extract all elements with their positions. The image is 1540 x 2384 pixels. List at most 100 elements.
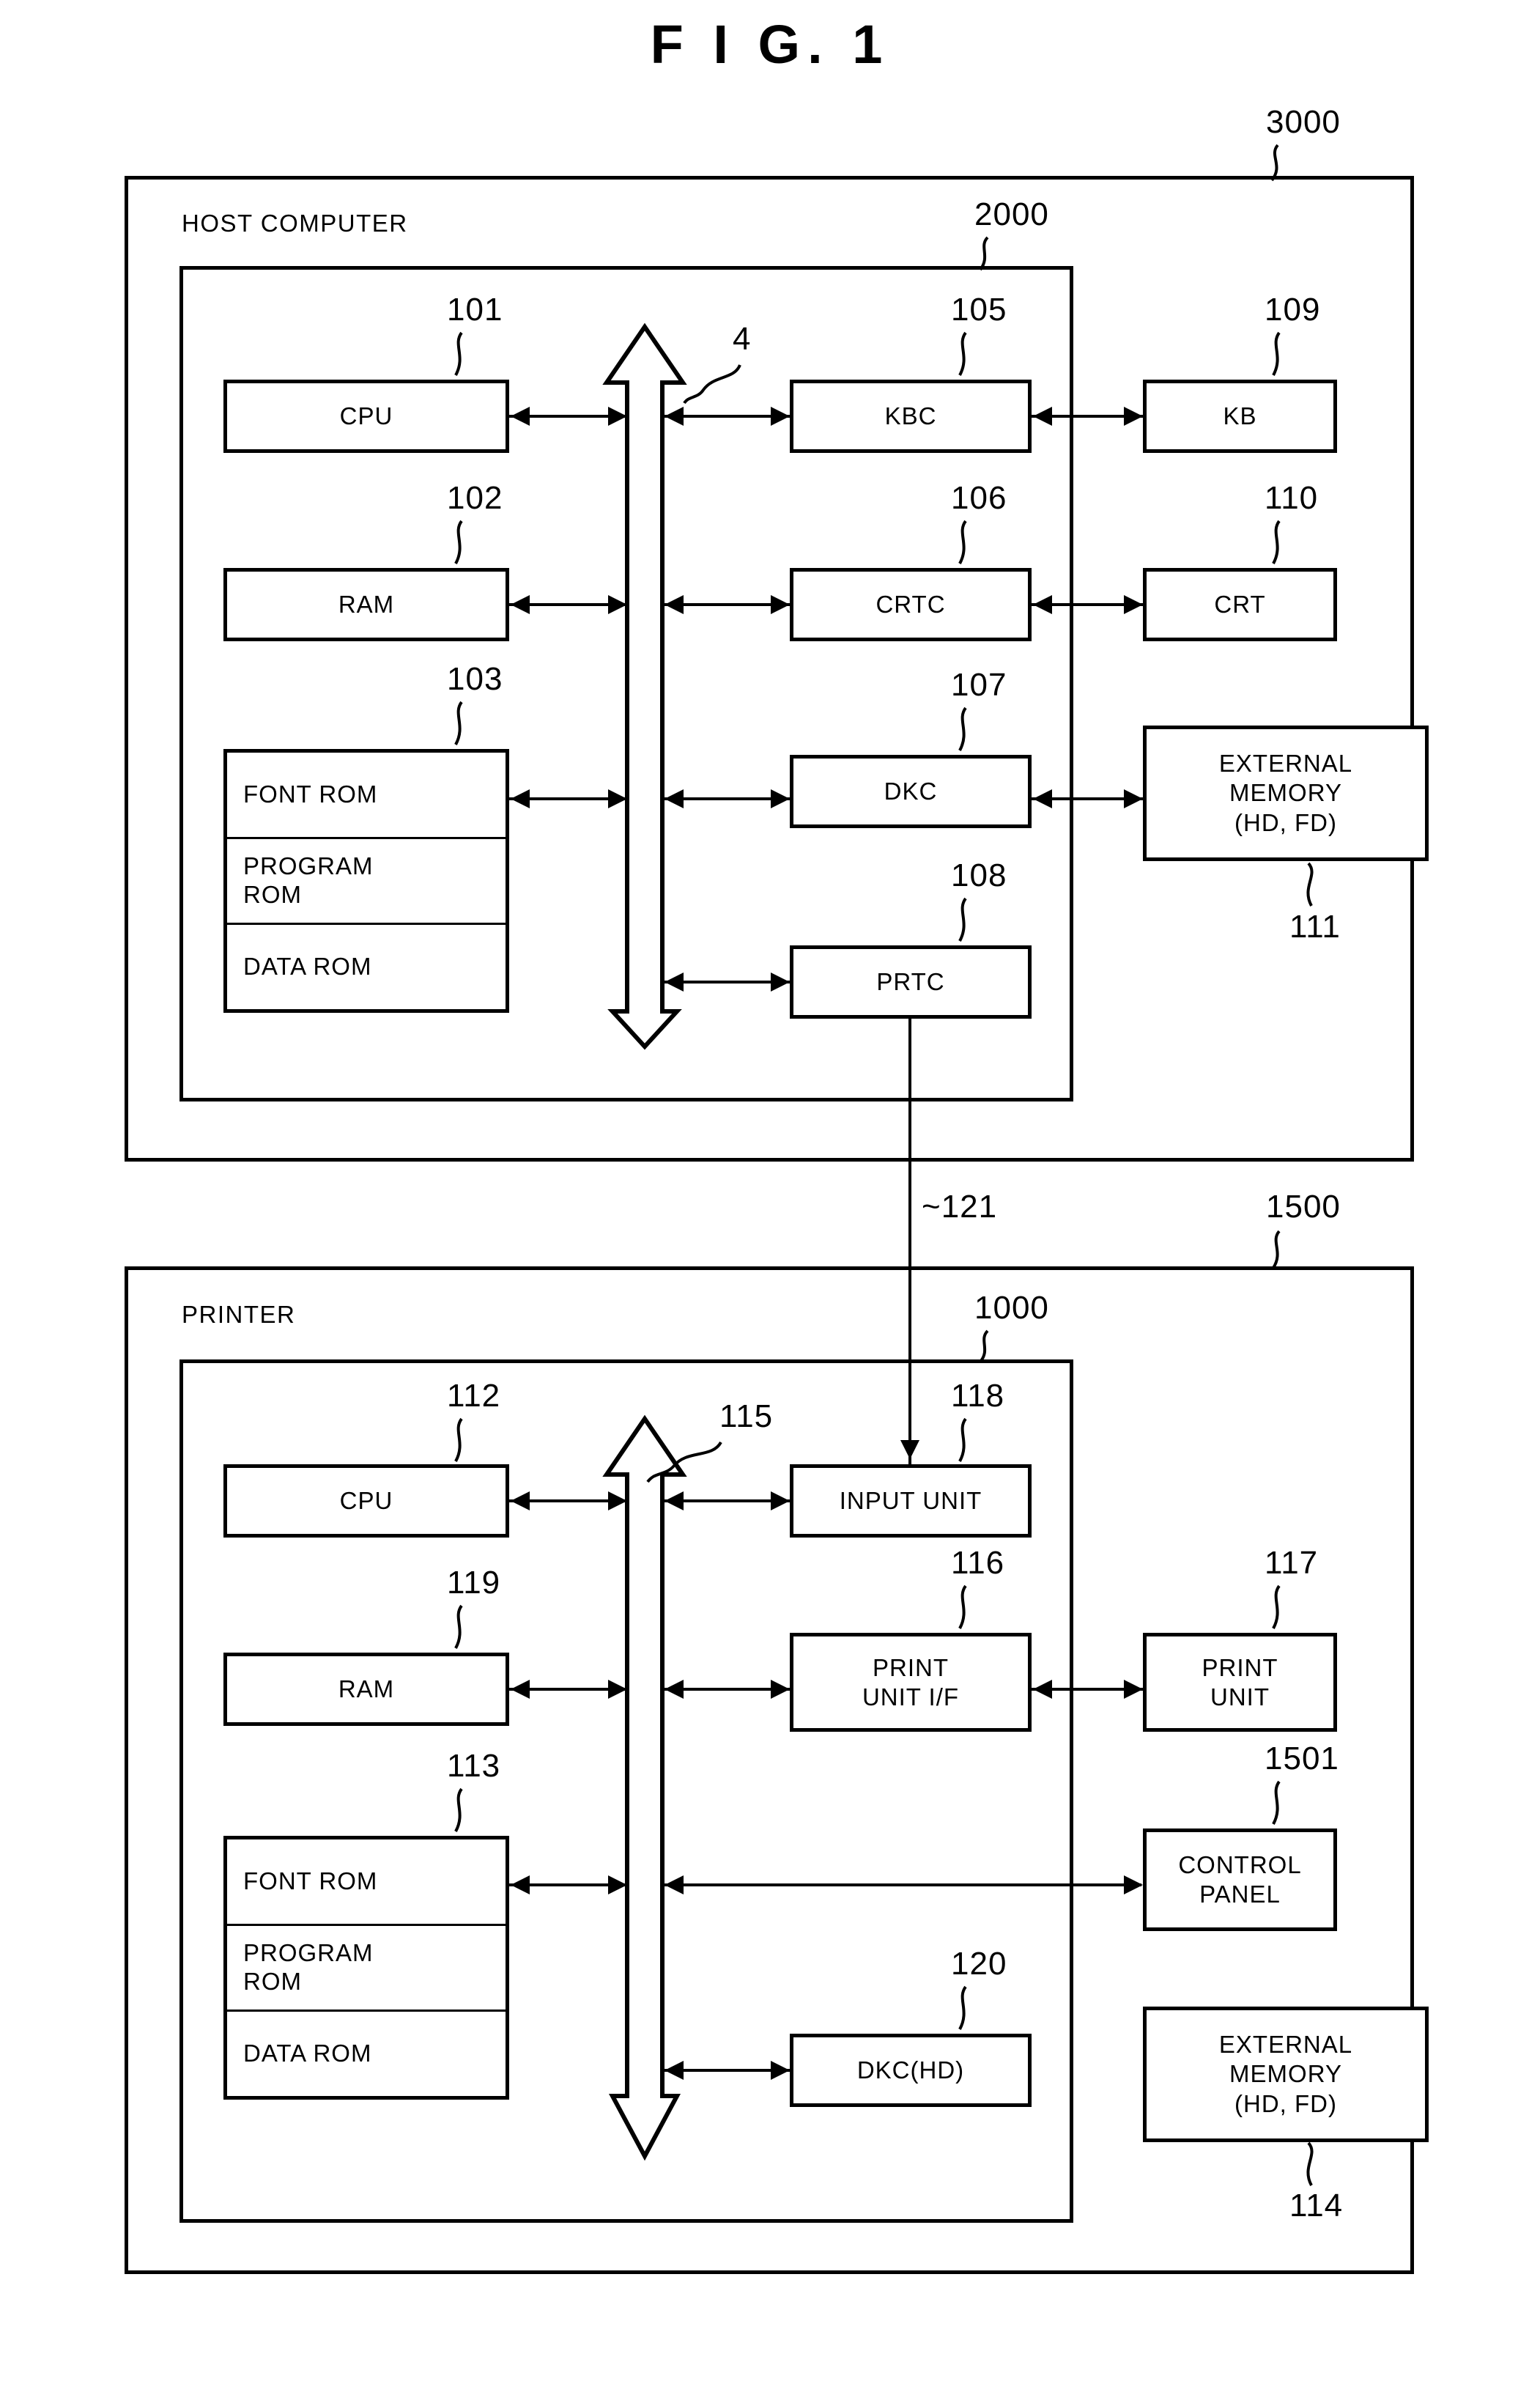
arrowhead-prtc-left xyxy=(665,973,684,992)
ref-109: 109 xyxy=(1265,292,1321,328)
printer-external-memory-line-2: MEMORY xyxy=(1229,2060,1342,2088)
arrowhead-extmem-right xyxy=(1124,789,1143,808)
host-program-rom-label-2: ROM xyxy=(243,881,302,908)
leader-103 xyxy=(454,701,463,745)
host-dkc-label: DKC xyxy=(884,777,938,805)
leader-1500 xyxy=(1272,1230,1281,1269)
printer-font-rom-label: FONT ROM xyxy=(243,1867,378,1894)
connector-bus-control-panel xyxy=(663,1883,1141,1886)
host-cpu-box: CPU xyxy=(223,380,509,453)
printer-control-panel-line-2: PANEL xyxy=(1199,1881,1281,1908)
host-font-rom-label: FONT ROM xyxy=(243,780,378,808)
host-external-memory-box: EXTERNAL MEMORY (HD, FD) xyxy=(1143,726,1429,861)
ref-110: 110 xyxy=(1265,480,1319,516)
arrowhead-print-unit-if-right xyxy=(771,1680,790,1699)
leader-102 xyxy=(454,520,463,564)
printer-print-unit-box: PRINT UNIT xyxy=(1143,1633,1337,1732)
figure-title: F I G. 1 xyxy=(650,14,890,75)
printer-external-memory-line-1: EXTERNAL xyxy=(1218,2031,1353,2059)
printer-dkc-hd-box: DKC(HD) xyxy=(790,2034,1032,2107)
ref-1500: 1500 xyxy=(1266,1189,1341,1225)
arrowhead-pcpu-left xyxy=(511,1491,530,1510)
arrowhead-dkc-hd-left xyxy=(665,2061,684,2080)
ref-3000: 3000 xyxy=(1266,104,1341,140)
printer-dkc-hd-label: DKC(HD) xyxy=(856,2056,965,2084)
printer-program-rom-label-2: ROM xyxy=(243,1968,302,1995)
ref-118: 118 xyxy=(951,1378,1005,1414)
leader-115 xyxy=(646,1441,722,1483)
arrowhead-kbc-left xyxy=(665,407,684,426)
printer-print-unit-line-1: PRINT xyxy=(1202,1653,1278,1681)
printer-external-memory-line-3: (HD, FD) xyxy=(1234,2089,1337,2117)
host-prtc-box: PRTC xyxy=(790,945,1032,1019)
host-kbc-label: KBC xyxy=(884,402,937,429)
ref-2000: 2000 xyxy=(974,196,1049,232)
leader-101 xyxy=(454,331,463,376)
printer-input-unit-label: INPUT UNIT xyxy=(839,1486,982,1514)
printer-data-rom-label: DATA ROM xyxy=(243,2040,372,2067)
ref-111: 111 xyxy=(1289,909,1341,945)
host-bus-arrow xyxy=(602,322,687,1050)
host-font-rom-cell: FONT ROM xyxy=(227,753,506,839)
ref-116: 116 xyxy=(951,1545,1005,1581)
host-dkc-box: DKC xyxy=(790,755,1032,828)
host-program-rom-label-1: PROGRAM xyxy=(243,852,374,880)
ref-101: 101 xyxy=(447,292,503,328)
arrowhead-crtc-left xyxy=(665,595,684,614)
host-crt-box: CRT xyxy=(1143,568,1337,641)
leader-108 xyxy=(958,897,967,942)
arrowhead-kb-left xyxy=(1033,407,1052,426)
arrowhead-kbc-right xyxy=(771,407,790,426)
printer-font-rom-cell: FONT ROM xyxy=(227,1839,506,1926)
leader-119 xyxy=(454,1604,463,1649)
host-external-memory-line-2: MEMORY xyxy=(1229,779,1342,807)
printer-ram-label: RAM xyxy=(338,1675,395,1702)
leader-116 xyxy=(958,1584,967,1629)
leader-120 xyxy=(958,1985,967,2030)
arrowhead-prom-left xyxy=(511,1875,530,1894)
arrowhead-pram-right xyxy=(608,1680,627,1699)
printer-control-panel-line-1: CONTROL xyxy=(1178,1851,1302,1879)
arrowhead-extmem-left xyxy=(1033,789,1052,808)
arrowhead-print-unit-left xyxy=(1033,1680,1052,1699)
arrowhead-input-unit-left xyxy=(665,1491,684,1510)
leader-118 xyxy=(958,1417,967,1462)
leader-109 xyxy=(1272,331,1281,376)
ref-105: 105 xyxy=(951,292,1007,328)
leader-2000 xyxy=(979,236,989,271)
ref-121: ~121 xyxy=(922,1189,998,1225)
printer-data-rom-cell: DATA ROM xyxy=(227,2012,506,2096)
ref-115: 115 xyxy=(719,1398,774,1434)
leader-1501 xyxy=(1272,1780,1281,1825)
arrowhead-crt-right xyxy=(1124,595,1143,614)
ref-1501: 1501 xyxy=(1265,1741,1339,1776)
leader-117 xyxy=(1272,1584,1281,1629)
host-cpu-label: CPU xyxy=(339,402,393,429)
arrowhead-pcpu-right xyxy=(608,1491,627,1510)
printer-program-rom-cell: PROGRAM ROM xyxy=(227,1926,506,2012)
ref-119: 119 xyxy=(447,1565,501,1601)
arrowhead-cpu-left xyxy=(511,407,530,426)
ref-106: 106 xyxy=(951,480,1007,516)
leader-113 xyxy=(454,1787,463,1832)
leader-111 xyxy=(1306,862,1314,907)
leader-107 xyxy=(958,706,967,751)
figure-canvas: F I G. 1 3000 HOST COMPUTER 2000 4 CPU 1… xyxy=(0,0,1540,2384)
arrowhead-ram-right xyxy=(608,595,627,614)
printer-print-unit-line-2: UNIT xyxy=(1210,1683,1270,1710)
arrowhead-control-panel-right xyxy=(1124,1875,1143,1894)
arrowhead-print-unit-if-left xyxy=(665,1680,684,1699)
arrowhead-control-panel-left xyxy=(665,1875,684,1894)
printer-external-memory-box: EXTERNAL MEMORY (HD, FD) xyxy=(1143,2007,1429,2142)
arrowhead-kb-right xyxy=(1124,407,1143,426)
host-prtc-label: PRTC xyxy=(876,967,945,995)
ref-113: 113 xyxy=(447,1748,501,1784)
host-kb-box: KB xyxy=(1143,380,1337,453)
printer-print-unit-if-line-1: PRINT xyxy=(873,1653,949,1681)
leader-106 xyxy=(958,520,967,564)
ref-108: 108 xyxy=(951,857,1007,893)
arrowhead-ram-left xyxy=(511,595,530,614)
printer-program-rom-label-1: PROGRAM xyxy=(243,1939,374,1967)
arrowhead-dkc-left xyxy=(665,789,684,808)
printer-rom-stack: FONT ROM PROGRAM ROM DATA ROM xyxy=(223,1836,509,2100)
